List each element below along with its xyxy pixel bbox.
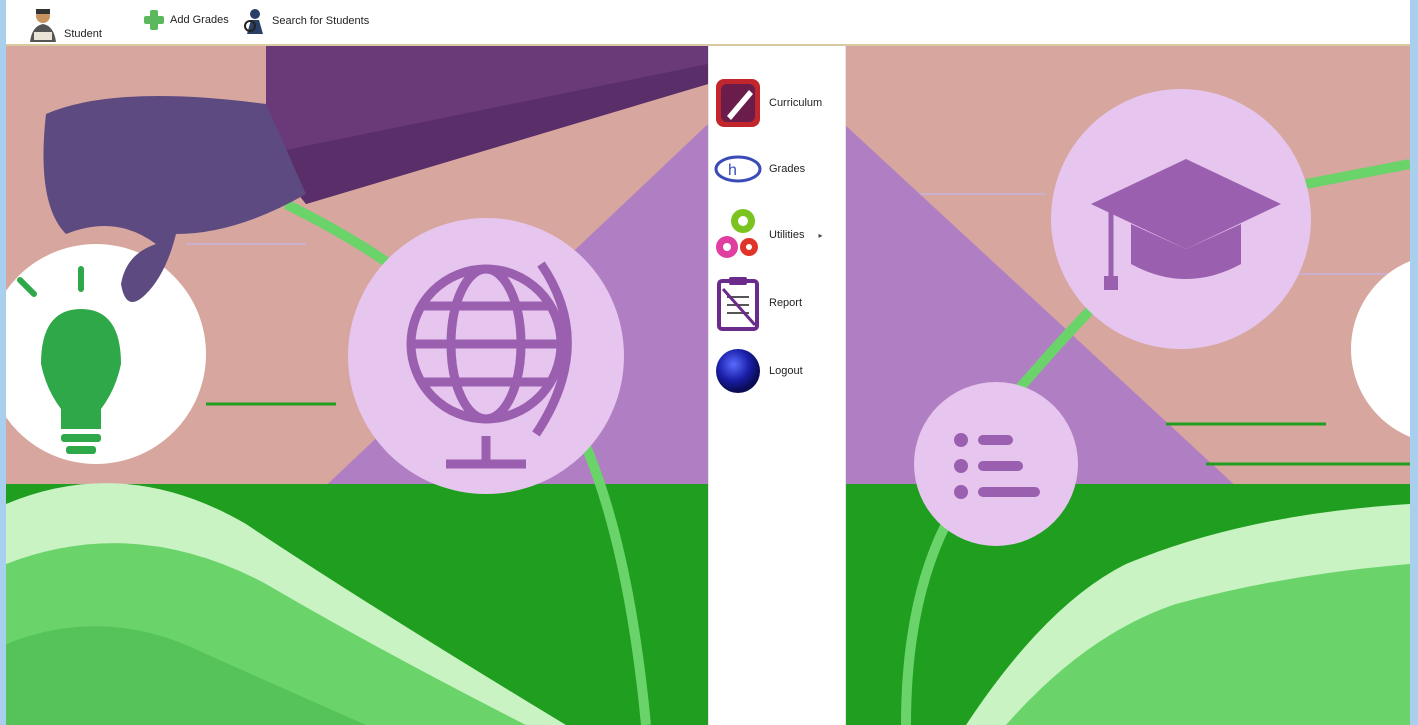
gears-icon [713,209,763,260]
menu-item-report[interactable]: Report [713,277,803,331]
logout-orb-icon [713,346,763,396]
app-window: Student Add Grades Search for Students C… [6,0,1410,725]
menu-item-utilities[interactable]: Utilities ▸ [713,209,823,260]
add-grades-button[interactable]: Add Grades [142,8,229,32]
search-students-button[interactable]: Search for Students [242,8,369,34]
menu-label-utilities: Utilities [769,229,805,241]
add-plus-icon [144,10,164,30]
menu-item-grades[interactable]: h Grades [713,144,805,194]
menu-label-report: Report [769,297,803,309]
menu-label-logout: Logout [769,365,803,377]
student-button[interactable]: Student [26,6,102,44]
submenu-arrow-icon: ▸ [818,230,823,240]
menu-item-logout[interactable]: Logout [713,346,803,396]
add-grades-label: Add Grades [170,14,229,26]
menu-label-curriculum: Curriculum [769,97,823,109]
search-person-icon [244,9,263,34]
grades-icon: h [713,144,763,194]
svg-text:h: h [728,162,737,179]
student-icon [30,9,56,42]
menu-item-curriculum[interactable]: Curriculum [713,78,822,128]
search-students-label: Search for Students [272,15,370,27]
student-label: Student [64,28,102,40]
curriculum-icon [713,78,763,128]
clipboard-icon [713,277,763,331]
side-menu: Curriculum h Grades Utilities ▸ Report L… [708,44,846,725]
toolbar: Student Add Grades Search for Students [6,0,1410,46]
menu-label-grades: Grades [769,163,806,175]
